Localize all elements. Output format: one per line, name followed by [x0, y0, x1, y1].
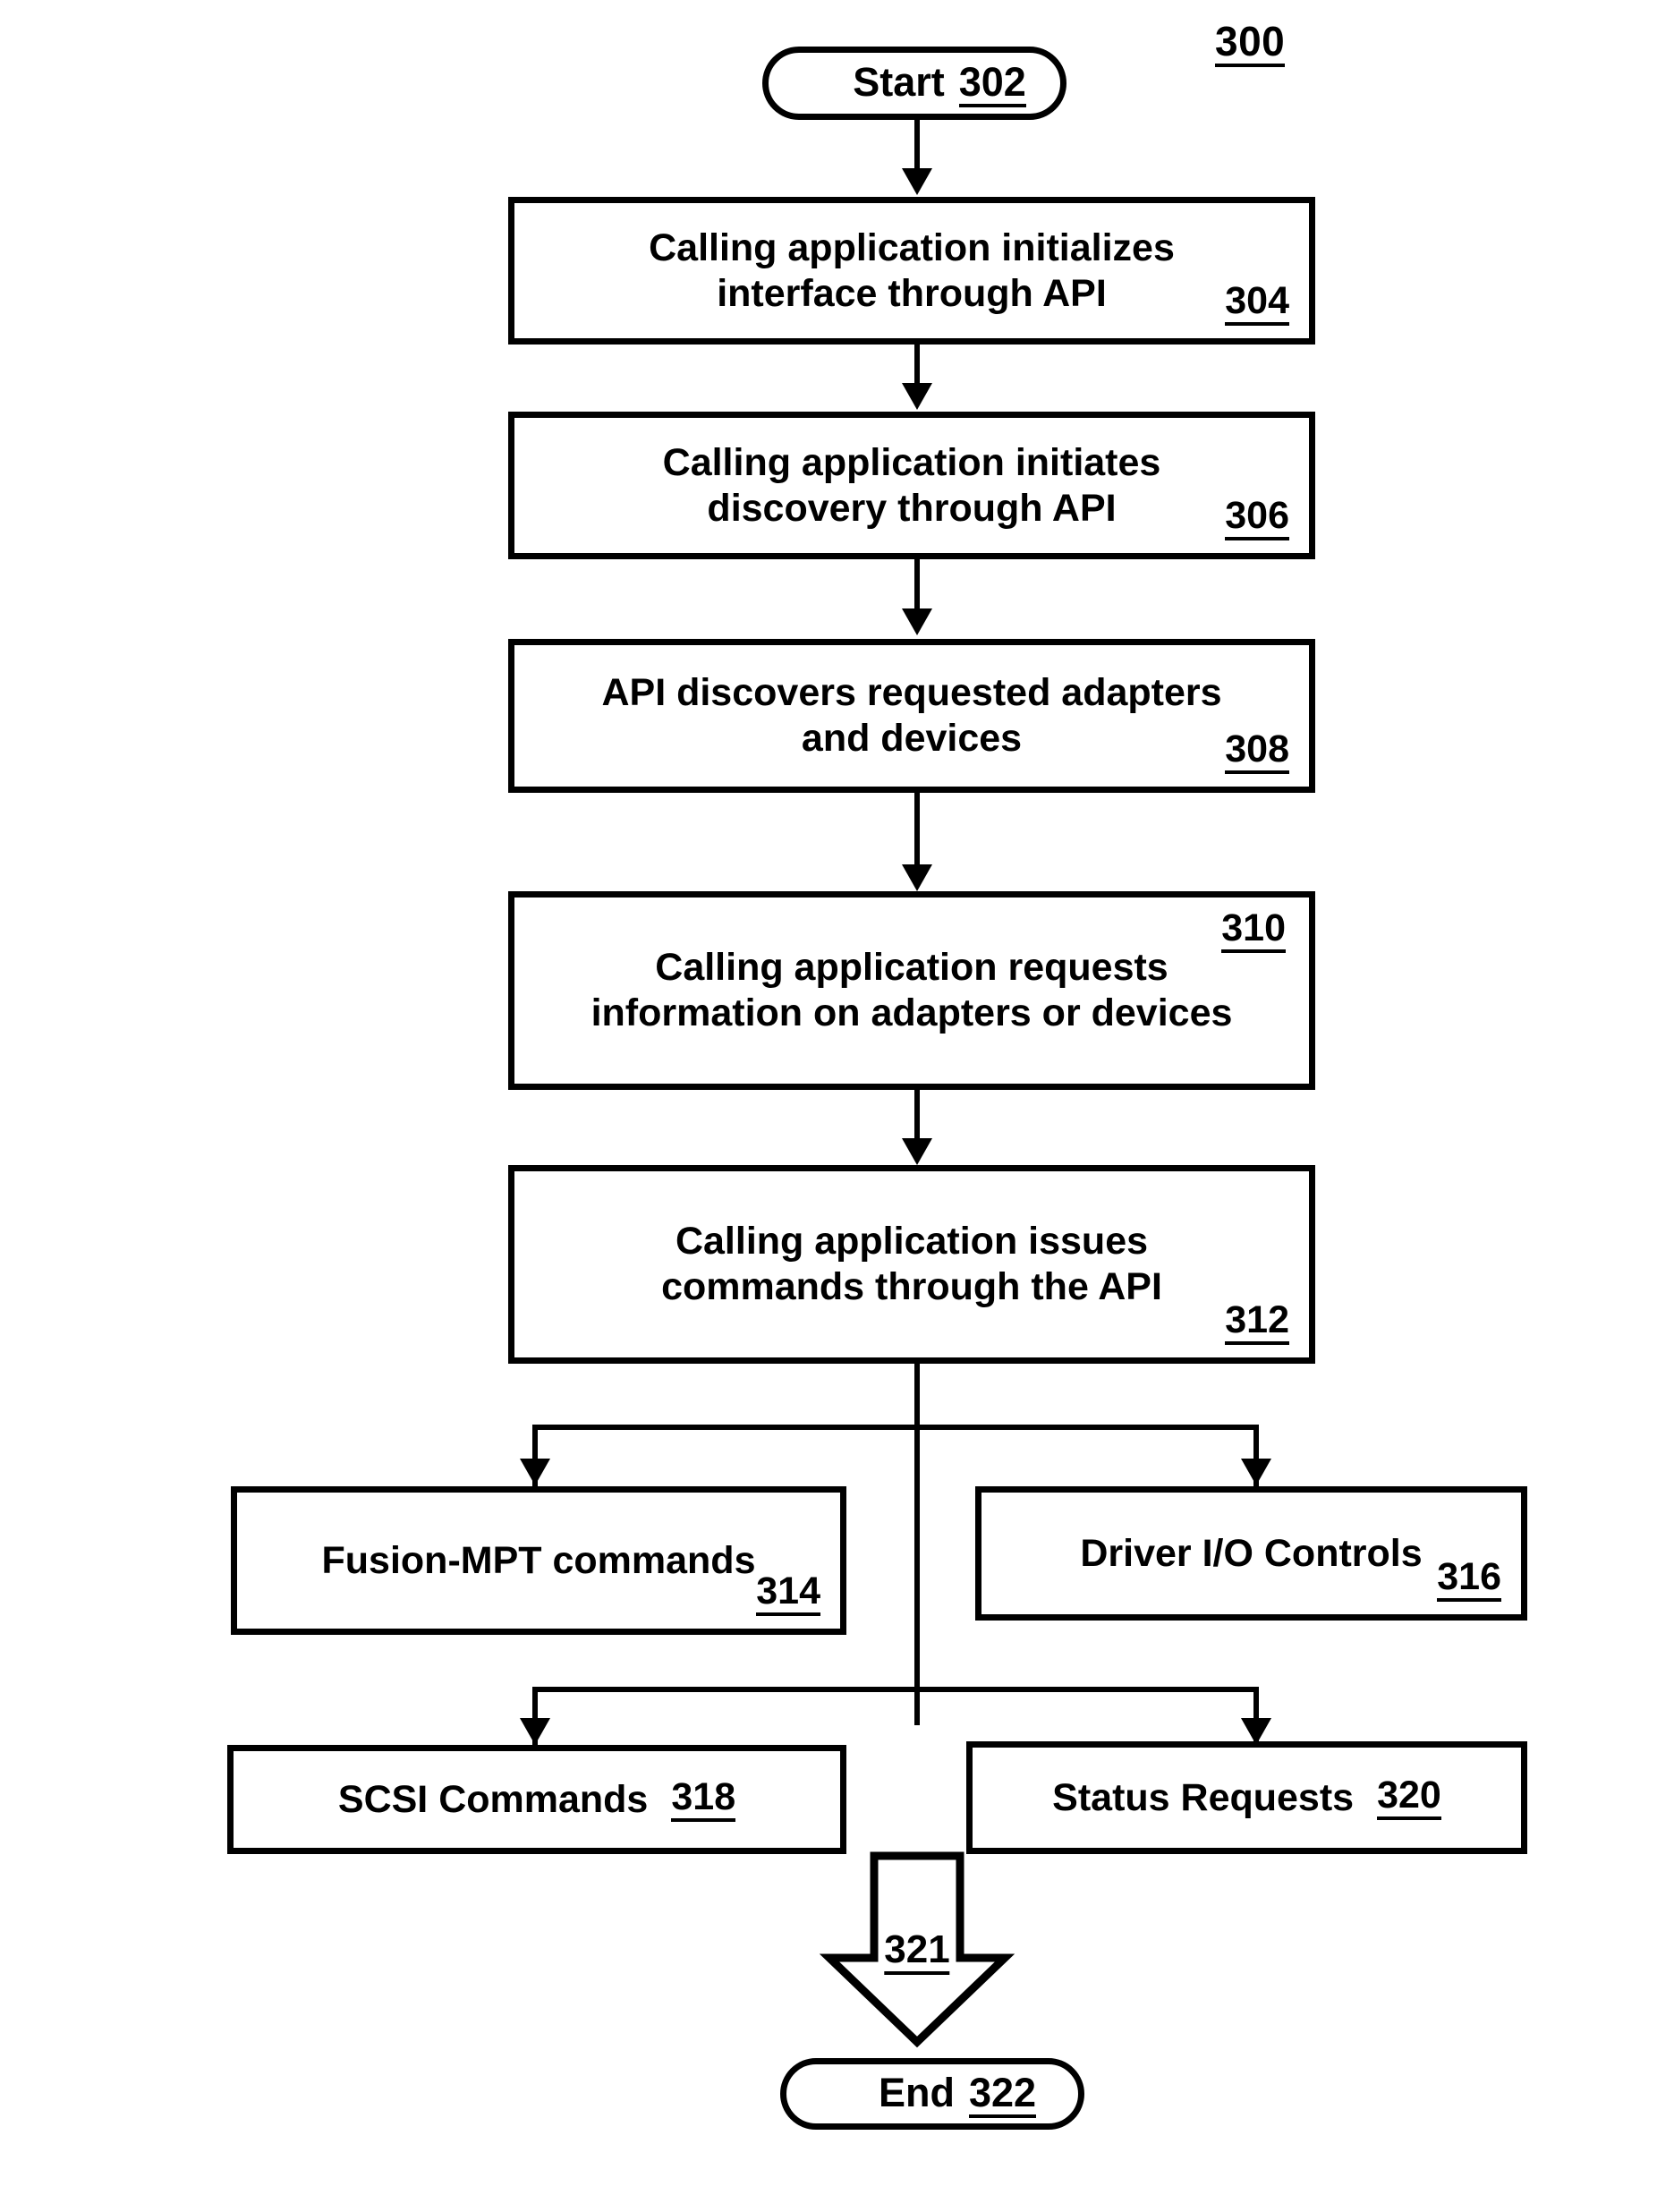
process-box-312-text: Calling application issues commands thro…	[514, 1171, 1309, 1357]
process-314-ref: 314	[756, 1570, 820, 1616]
process-box-310: Calling application requests information…	[508, 891, 1315, 1090]
process-316-label: Driver I/O Controls	[1080, 1531, 1423, 1575]
connector-spine-main	[914, 1364, 920, 1725]
process-310-line-2: information on adapters or devices	[591, 991, 1233, 1034]
process-box-314: Fusion-MPT commands 314	[231, 1486, 846, 1635]
process-318-label: SCSI Commands	[337, 1777, 649, 1821]
process-314-label: Fusion-MPT commands	[321, 1538, 756, 1582]
process-box-306: Calling application initiates discovery …	[508, 412, 1315, 559]
process-316-ref: 316	[1437, 1556, 1501, 1602]
block-arrow-321: 321	[819, 1850, 1015, 2047]
process-320-label: Status Requests	[1052, 1775, 1355, 1819]
arrowhead-to-310	[902, 864, 932, 891]
process-312-line-1: Calling application issues	[675, 1220, 1149, 1263]
process-312-ref: 312	[1225, 1299, 1289, 1345]
arrowhead-to-316	[1241, 1459, 1271, 1485]
process-304-line-2: interface through API	[717, 271, 1107, 315]
process-310-line-1: Calling application requests	[655, 946, 1168, 990]
process-box-312: Calling application issues commands thro…	[508, 1165, 1315, 1364]
connector-306-to-308	[914, 559, 920, 613]
arrowhead-to-318	[520, 1718, 550, 1745]
process-box-320-text: Status Requests 320	[973, 1748, 1521, 1848]
arrowhead-to-306	[902, 383, 932, 410]
process-306-line-1: Calling application initiates	[662, 440, 1161, 484]
end-terminator: End 322	[780, 2058, 1084, 2130]
arrowhead-to-308	[902, 608, 932, 635]
process-box-304-text: Calling application initializes interfac…	[514, 203, 1309, 338]
process-box-314-text: Fusion-MPT commands	[237, 1493, 840, 1629]
process-box-308: API discovers requested adapters and dev…	[508, 639, 1315, 793]
start-label: Start	[853, 58, 945, 105]
connector-308-to-310	[914, 793, 920, 873]
end-label: End	[878, 2069, 955, 2115]
connector-branch-bar-1	[532, 1425, 1259, 1430]
process-320-ref: 320	[1377, 1774, 1441, 1821]
process-312-line-2: commands through the API	[661, 1265, 1162, 1308]
start-terminator-text: Start 302	[853, 58, 1026, 108]
process-304-ref: 304	[1225, 280, 1289, 326]
connector-start-to-304	[914, 120, 920, 172]
process-box-320: Status Requests 320	[966, 1741, 1527, 1854]
flowchart-canvas: 300 Start 302 Calling application initia…	[0, 0, 1657, 2212]
process-318-ref: 318	[671, 1776, 736, 1823]
end-terminator-text: End 322	[878, 2069, 1037, 2119]
process-304-line-1: Calling application initializes	[649, 225, 1175, 269]
block-arrow-ref: 321	[884, 1928, 950, 1976]
process-308-line-2: and devices	[801, 717, 1023, 760]
process-box-308-text: API discovers requested adapters and dev…	[514, 645, 1309, 787]
end-ref: 322	[968, 2072, 1037, 2119]
process-310-ref: 310	[1221, 907, 1286, 954]
process-308-ref: 308	[1225, 728, 1289, 774]
connector-branch-bar-2	[532, 1687, 1259, 1692]
arrowhead-to-314	[520, 1459, 550, 1485]
connector-304-to-306	[914, 345, 920, 387]
process-box-304: Calling application initializes interfac…	[508, 197, 1315, 345]
start-terminator: Start 302	[762, 47, 1066, 120]
start-ref: 302	[958, 61, 1026, 108]
process-box-318-text: SCSI Commands 318	[234, 1751, 840, 1848]
figure-number: 300	[1215, 20, 1286, 68]
arrowhead-to-312	[902, 1138, 932, 1165]
process-box-316: Driver I/O Controls 316	[975, 1486, 1527, 1621]
process-box-306-text: Calling application initiates discovery …	[514, 418, 1309, 553]
process-box-310-text: Calling application requests information…	[514, 898, 1309, 1084]
process-box-318: SCSI Commands 318	[227, 1745, 846, 1854]
arrowhead-to-304	[902, 168, 932, 195]
process-306-line-2: discovery through API	[707, 486, 1117, 530]
process-308-line-1: API discovers requested adapters	[601, 671, 1222, 715]
process-306-ref: 306	[1225, 495, 1289, 540]
